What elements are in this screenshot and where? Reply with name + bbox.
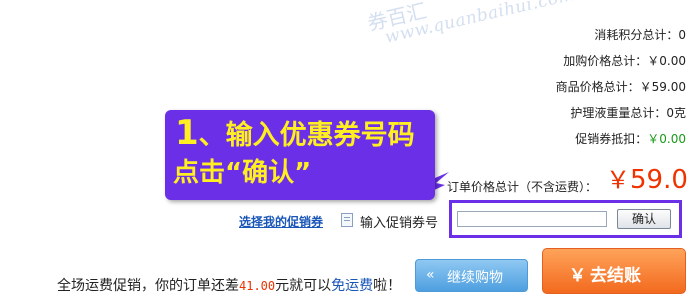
- coupon-code-input[interactable]: [457, 211, 607, 227]
- shipping-remaining-amount: 41.00: [239, 279, 276, 293]
- continue-shopping-button[interactable]: « 继续购物: [415, 259, 528, 292]
- checkout-button[interactable]: ￥ 去结账: [542, 248, 686, 294]
- continue-shopping-label: 继续购物: [447, 270, 503, 286]
- checkout-label: 去结账: [590, 266, 641, 286]
- confirm-button[interactable]: 确认: [617, 209, 671, 229]
- free-shipping-text: 免运费: [331, 278, 374, 294]
- callout-step-number: 1: [175, 113, 199, 153]
- shipping-prefix: 全场运费促销，你的订单还差: [57, 278, 239, 294]
- double-chevron-left-icon: «: [426, 267, 435, 283]
- shipping-suffix: 啦！: [373, 278, 402, 294]
- yen-icon: ￥: [569, 266, 586, 286]
- callout-line-1-text: 、输入优惠券号码: [198, 120, 415, 151]
- shipping-promo-note: 全场运费促销，你的订单还差41.00元就可以免运费啦！: [57, 275, 401, 295]
- callout-line-2: 点击“确认”: [173, 158, 312, 188]
- shipping-middle: 元就可以: [275, 278, 332, 294]
- select-my-coupon-link[interactable]: 选择我的促销券: [239, 213, 323, 230]
- instruction-callout: 1、输入优惠券号码 点击“确认”: [165, 110, 435, 200]
- document-icon: [341, 213, 353, 227]
- coupon-input-label: 输入促销券号: [360, 216, 439, 231]
- callout-line-1: 1、输入优惠券号码: [175, 114, 415, 155]
